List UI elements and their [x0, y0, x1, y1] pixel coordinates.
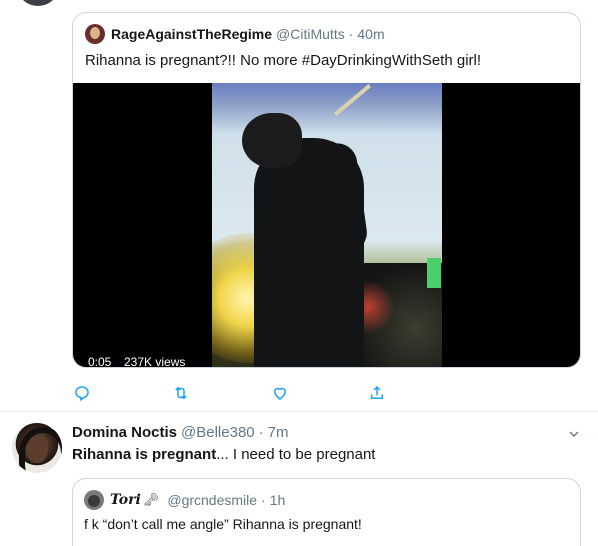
tweet-text-bold: Rihanna is pregnant [72, 446, 217, 463]
video-frame [212, 83, 442, 367]
tweet-action-bar [0, 382, 598, 406]
video-views-badge: 237K views [119, 351, 191, 367]
nested-quote-text: f k “don’t call me angle” Rihanna is pre… [84, 516, 362, 532]
tweet-time[interactable]: 7m [268, 424, 289, 441]
tweet-text: Rihanna is pregnant... I need to be preg… [72, 446, 375, 463]
previous-tweet-avatar[interactable] [18, 0, 58, 6]
tweet-header: Domina Noctis @Belle380 · 7m [72, 424, 288, 441]
nested-quoted-tweet-card[interactable]: Tori 🗝 @grcndesmile · 1h f k “don’t call… [72, 478, 581, 546]
quoted-user-avatar [85, 24, 105, 44]
tweet-text-rest: ... I need to be pregnant [216, 446, 376, 463]
tweet-author-avatar[interactable] [12, 423, 62, 473]
tweet-divider [0, 411, 598, 412]
nested-quote-header: Tori 🗝 @grcndesmile · 1h [84, 490, 285, 510]
video-player[interactable]: 0:05 237K views [73, 83, 580, 367]
separator-dot: · [261, 492, 266, 508]
nested-quote-time: 1h [269, 492, 286, 508]
quoted-user-handle: @CitiMutts [276, 26, 345, 42]
like-icon[interactable] [269, 382, 291, 404]
tweet-author-name[interactable]: Domina Noctis [72, 424, 177, 441]
retweet-icon[interactable] [170, 382, 192, 404]
quoted-tweet-time: 40m [357, 26, 385, 42]
nested-quote-user-handle: @grcndesmile [167, 492, 258, 508]
separator-dot: · [348, 26, 354, 42]
quoted-tweet-text: Rihanna is pregnant?!! No more #DayDrink… [85, 52, 482, 69]
reply-icon[interactable] [71, 382, 93, 404]
key-emoji-icon: 🗝 [142, 492, 160, 507]
nested-quote-user-name: Tori [110, 492, 141, 508]
chevron-down-icon[interactable] [566, 426, 582, 442]
share-icon[interactable] [366, 382, 388, 404]
nested-quote-avatar [84, 490, 104, 510]
video-duration-badge: 0:05 [83, 351, 117, 367]
quoted-user-name: RageAgainstTheRegime [111, 26, 273, 42]
tweet-author-handle[interactable]: @Belle380 [181, 424, 255, 441]
quoted-tweet-card[interactable]: RageAgainstTheRegime @CitiMutts · 40m Ri… [72, 12, 581, 368]
quoted-tweet-header: RageAgainstTheRegime @CitiMutts · 40m [85, 24, 385, 44]
separator-dot: · [258, 424, 264, 441]
